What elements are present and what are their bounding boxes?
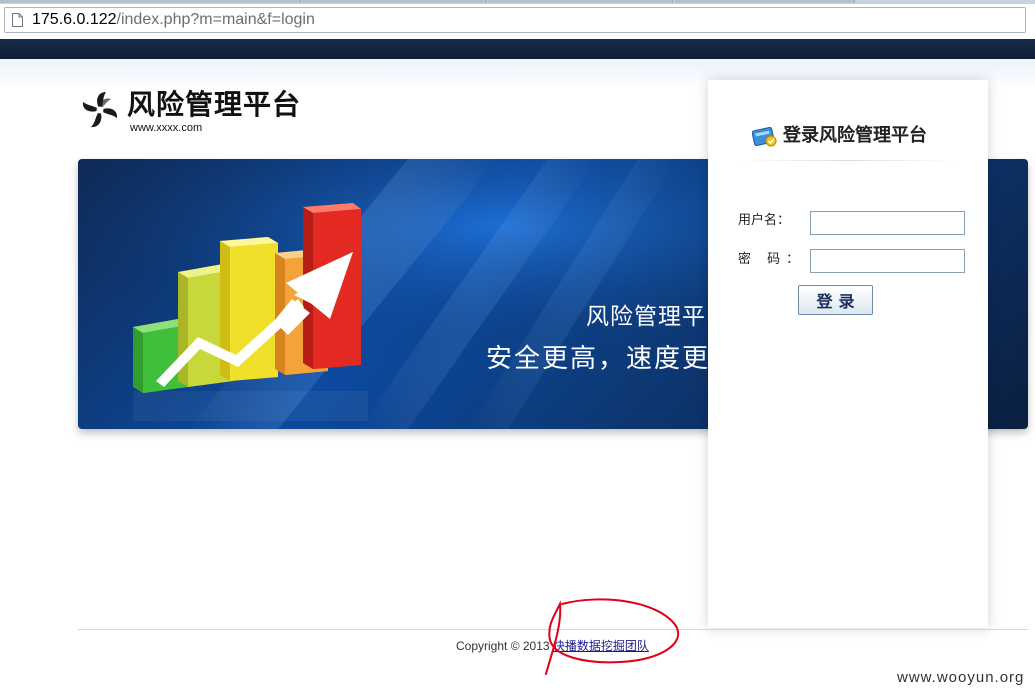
- browser-tab[interactable]: [488, 0, 673, 3]
- pinwheel-logo-icon: [81, 91, 119, 129]
- url-path: /index.php?m=main&f=login: [116, 11, 315, 28]
- url-host: 175.6.0.122: [32, 11, 117, 28]
- address-bar[interactable]: 175.6.0.122/index.php?m=main&f=login: [4, 7, 1026, 33]
- password-input[interactable]: [810, 249, 965, 273]
- copyright-prefix: Copyright © 2013: [456, 639, 553, 653]
- site-url: www.xxxx.com: [130, 122, 203, 134]
- watermark-text: www.wooyun.org: [897, 669, 1025, 686]
- login-divider: [738, 160, 958, 161]
- top-navigation-band: [0, 39, 1035, 59]
- login-header: 登录风险管理平台: [708, 80, 988, 160]
- username-label: 用户名：: [738, 213, 791, 228]
- login-panel: 登录风险管理平台 用户名： 密 码： 登录: [708, 80, 988, 628]
- login-card-icon: [752, 126, 777, 147]
- browser-tab-strip: [0, 0, 1035, 4]
- browser-tab[interactable]: [302, 0, 487, 3]
- url-text[interactable]: 175.6.0.122/index.php?m=main&f=login: [32, 11, 315, 29]
- browser-tab[interactable]: [0, 0, 301, 3]
- banner-slogan: 安全更高，速度更快: [486, 344, 739, 374]
- login-title: 登录风险管理平台: [783, 125, 927, 146]
- site-title: 风险管理平台: [127, 88, 302, 121]
- username-input[interactable]: [810, 211, 965, 235]
- page-icon: [12, 13, 23, 27]
- browser-tab[interactable]: [674, 0, 855, 3]
- login-button[interactable]: 登录: [798, 285, 873, 315]
- red-circle-annotation: [545, 598, 679, 675]
- password-label: 密 码：: [738, 252, 806, 267]
